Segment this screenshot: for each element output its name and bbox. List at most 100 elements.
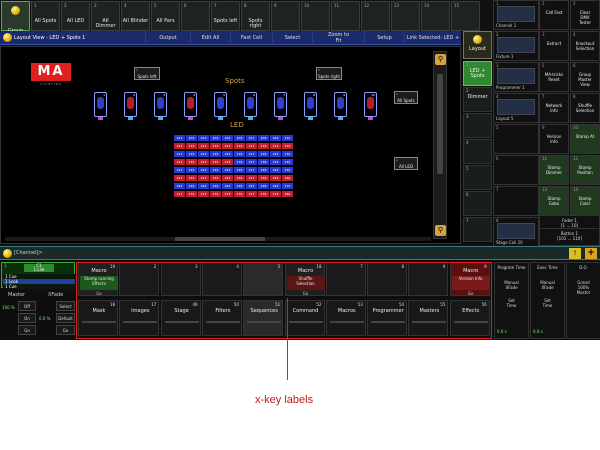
group-all-spots[interactable]: 1 All Spots xyxy=(394,91,418,104)
led-fixture[interactable]: 104 xyxy=(210,135,221,141)
group-spots-right[interactable]: 2 Spots right xyxy=(316,67,342,80)
spot-fixture[interactable]: 8 xyxy=(304,92,317,120)
led-fixture[interactable]: 171 xyxy=(174,191,185,197)
x-key-top[interactable]: 9 xyxy=(408,262,449,296)
scroll-thumb[interactable] xyxy=(437,74,443,174)
led-fixture[interactable]: 137 xyxy=(246,159,257,165)
layout-pool-item[interactable]: 3 xyxy=(463,113,492,138)
view-pool-item[interactable]: 8 Stage Cali 20 xyxy=(493,217,539,247)
group-pool-button[interactable]: 1 All Spots xyxy=(31,1,60,31)
zoom-icon[interactable]: ⚲ xyxy=(435,54,446,65)
led-fixture[interactable]: 118 xyxy=(258,143,269,149)
led-fixture[interactable]: 178 xyxy=(258,191,269,197)
macro-pool-item[interactable]: 13 Stomp Gobo xyxy=(539,186,569,216)
x-key-bottom[interactable]: 56 Effects xyxy=(449,300,490,336)
led-fixture[interactable]: 103 xyxy=(198,135,209,141)
group-spots-left[interactable]: 1 Spots left xyxy=(134,67,160,80)
macro-pool-item[interactable]: 11 Stomp Dimmer xyxy=(539,155,569,185)
led-fixture[interactable]: 154 xyxy=(210,175,221,181)
macro-pool-item[interactable]: 6 Group Master View xyxy=(570,62,600,92)
led-fixture[interactable]: 150 xyxy=(282,167,293,173)
led-fixture[interactable]: 105 xyxy=(222,135,233,141)
led-fixture[interactable]: 134 xyxy=(210,159,221,165)
led-fixture[interactable]: 155 xyxy=(222,175,233,181)
x-key-top[interactable]: 5 xyxy=(243,262,284,296)
group-pool-button[interactable]: 3 All Dimmer xyxy=(91,1,120,31)
macro-pool-item[interactable]: 3 Extract xyxy=(539,31,569,61)
toolbar-button[interactable]: Zoom to Fit xyxy=(312,31,364,45)
layout-pool-item[interactable]: 1 LED + Spots xyxy=(463,61,492,86)
command-line-input[interactable]: [Channel]> xyxy=(14,247,43,260)
macro-pool-item[interactable]: 1 Call Fast xyxy=(539,0,569,30)
led-fixture[interactable]: 143 xyxy=(198,167,209,173)
default-button[interactable]: Default xyxy=(56,313,75,323)
led-fixture[interactable]: 165 xyxy=(222,183,233,189)
led-fixture[interactable]: 101 xyxy=(174,135,185,141)
fader-column[interactable]: Exec Time Manual XFade Set Time 0.0 s xyxy=(530,262,565,339)
group-pool-button[interactable]: 2 All LED xyxy=(61,1,90,31)
view-pool-item[interactable]: 7 xyxy=(493,186,539,216)
layout-pool-title[interactable]: Layout xyxy=(463,31,492,59)
led-fixture[interactable]: 128 xyxy=(258,151,269,157)
led-fixture[interactable]: 108 xyxy=(258,135,269,141)
led-fixture[interactable]: 149 xyxy=(270,167,281,173)
x-key-bottom[interactable]: 51 Sequences xyxy=(243,300,284,336)
layout-pool-item[interactable]: 4 xyxy=(463,139,492,164)
group-pool-button[interactable]: 12 xyxy=(361,1,390,31)
zoom-out-icon[interactable]: ⚲ xyxy=(435,225,446,236)
off-button[interactable]: Off xyxy=(18,301,36,311)
led-fixture[interactable]: 112 xyxy=(186,143,197,149)
group-pool-button[interactable]: 4 All Blinder xyxy=(121,1,150,31)
group-pool-button[interactable]: 10 xyxy=(301,1,330,31)
macro-pool-item[interactable]: 10 Stomp At xyxy=(570,124,600,154)
add-icon[interactable]: + xyxy=(585,248,597,259)
x-key-top[interactable]: 2 xyxy=(119,262,160,296)
led-fixture[interactable]: 140 xyxy=(282,159,293,165)
x-key-top[interactable]: 18 Macro Shuffle Selection Go xyxy=(284,262,325,296)
led-fixture[interactable]: 119 xyxy=(270,143,281,149)
toolbar-button[interactable]: Select xyxy=(272,31,312,45)
spot-fixture[interactable]: 10 xyxy=(364,92,377,120)
view-pool-item[interactable]: 4 Layout 5 xyxy=(493,93,539,123)
led-fixture[interactable]: 102 xyxy=(186,135,197,141)
group-button[interactable]: Group xyxy=(1,1,30,34)
led-fixture[interactable]: 141 xyxy=(174,167,185,173)
led-fixture[interactable]: 156 xyxy=(234,175,245,181)
x-key-bottom[interactable]: 52 Command xyxy=(284,300,325,336)
led-fixture[interactable]: 159 xyxy=(270,175,281,181)
x-key-top[interactable]: 19 Macro Stomp running Effects Go xyxy=(78,262,118,296)
macro-pool-item[interactable]: 12 Stomp Position xyxy=(570,155,600,185)
led-fixture[interactable]: 111 xyxy=(174,143,185,149)
x-key-bottom[interactable]: 17 Images xyxy=(119,300,160,336)
led-fixture[interactable]: 129 xyxy=(270,151,281,157)
spot-fixture[interactable]: 7 xyxy=(274,92,287,120)
macro-pool-item[interactable]: 9 Version Info xyxy=(539,124,569,154)
led-fixture[interactable]: 176 xyxy=(234,191,245,197)
toolbar-button[interactable]: Fast Cell xyxy=(230,31,272,45)
group-pool-button[interactable]: 5 All Pars xyxy=(151,1,180,31)
led-fixture[interactable]: 174 xyxy=(210,191,221,197)
spot-fixture[interactable]: 1 xyxy=(94,92,107,120)
group-pool-button[interactable]: 11 xyxy=(331,1,360,31)
on-button[interactable]: On xyxy=(18,313,36,323)
led-fixture[interactable]: 131 xyxy=(174,159,185,165)
spot-fixture[interactable]: 5 xyxy=(214,92,227,120)
led-fixture[interactable]: 133 xyxy=(198,159,209,165)
led-fixture[interactable]: 115 xyxy=(222,143,233,149)
group-pool-button[interactable]: 13 xyxy=(391,1,420,31)
go-button[interactable]: Go xyxy=(18,325,36,335)
led-fixture[interactable]: 169 xyxy=(270,183,281,189)
led-fixture[interactable]: 122 xyxy=(186,151,197,157)
spot-fixture[interactable]: 9 xyxy=(334,92,347,120)
led-fixture[interactable]: 110 xyxy=(282,135,293,141)
led-fixture[interactable]: 158 xyxy=(258,175,269,181)
toolbar-button[interactable]: Output xyxy=(145,31,190,45)
led-fixture[interactable]: 146 xyxy=(234,167,245,173)
led-fixture[interactable]: 117 xyxy=(246,143,257,149)
macro-pool-item[interactable]: 14 Stomp Color xyxy=(570,186,600,216)
led-fixture[interactable]: 124 xyxy=(210,151,221,157)
layout-pool-item[interactable]: 7 xyxy=(463,217,492,242)
group-pool-button[interactable]: 9 xyxy=(271,1,300,31)
led-fixture[interactable]: 167 xyxy=(246,183,257,189)
led-fixture[interactable]: 148 xyxy=(258,167,269,173)
